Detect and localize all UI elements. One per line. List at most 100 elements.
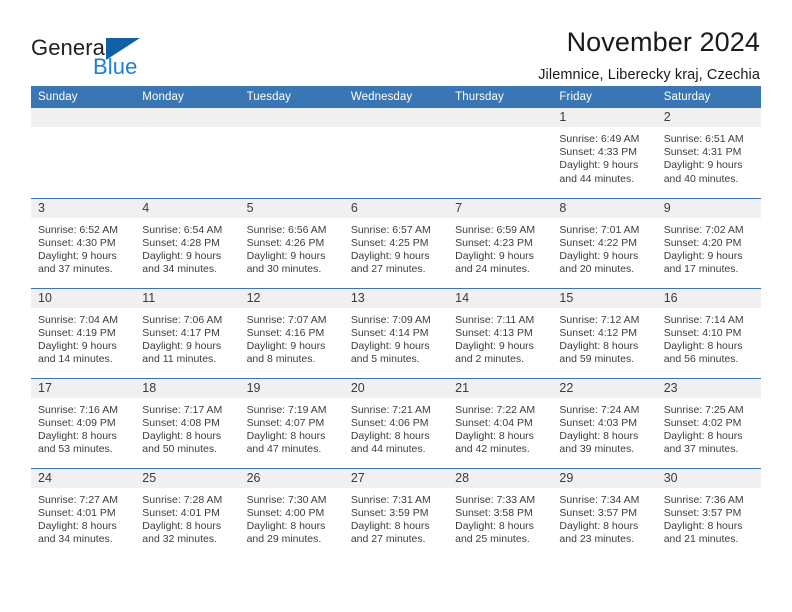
day-sun-details: Sunrise: 6:56 AM Sunset: 4:26 PM Dayligh… [246, 223, 327, 276]
day-number: 8 [552, 198, 657, 218]
calendar-week-row: 17 Sunrise: 7:16 AM Sunset: 4:09 PM Dayli… [31, 377, 761, 468]
calendar-day-cell[interactable]: 24 Sunrise: 7:27 AM Sunset: 4:01 PM Dayli… [31, 467, 136, 558]
day-sun-details: Sunrise: 7:27 AM Sunset: 4:01 PM Dayligh… [38, 493, 118, 546]
calendar-day-cell[interactable]: 9 Sunrise: 7:02 AM Sunset: 4:20 PM Daylig… [656, 197, 761, 288]
calendar-day-cell[interactable]: 3 Sunrise: 6:52 AM Sunset: 4:30 PM Daylig… [31, 197, 136, 288]
calendar-day-cell[interactable]: 11 Sunrise: 7:06 AM Sunset: 4:17 PM Dayli… [135, 287, 240, 378]
calendar-day-cell-empty [135, 108, 240, 198]
day-sun-details: Sunrise: 7:11 AM Sunset: 4:13 PM Dayligh… [455, 313, 535, 366]
day-sun-details: Sunrise: 7:14 AM Sunset: 4:10 PM Dayligh… [663, 313, 744, 366]
calendar-day-cell[interactable]: 5 Sunrise: 6:56 AM Sunset: 4:26 PM Daylig… [239, 197, 344, 288]
calendar-day-cell[interactable]: 20 Sunrise: 7:21 AM Sunset: 4:06 PM Dayli… [343, 377, 449, 468]
day-sun-details: Sunrise: 6:59 AM Sunset: 4:23 PM Dayligh… [455, 223, 536, 276]
day-sun-details: Sunrise: 7:24 AM Sunset: 4:03 PM Dayligh… [559, 403, 640, 456]
day-sun-details: Sunrise: 7:22 AM Sunset: 4:04 PM Dayligh… [455, 403, 536, 456]
weekday-header-monday: Monday [135, 86, 240, 108]
day-number: 14 [448, 288, 553, 308]
day-number: 9 [656, 198, 761, 218]
calendar-day-cell[interactable]: 19 Sunrise: 7:19 AM Sunset: 4:07 PM Dayli… [239, 377, 344, 468]
weekday-header-sunday: Sunday [31, 86, 136, 108]
calendar-day-cell[interactable]: 22 Sunrise: 7:24 AM Sunset: 4:03 PM Dayli… [552, 377, 657, 468]
calendar-day-cell[interactable]: 12 Sunrise: 7:07 AM Sunset: 4:16 PM Dayli… [239, 287, 344, 378]
day-sun-details: Sunrise: 7:06 AM Sunset: 4:17 PM Dayligh… [142, 313, 223, 366]
day-sun-details: Sunrise: 7:21 AM Sunset: 4:06 PM Dayligh… [350, 403, 431, 456]
calendar-day-cell[interactable]: 30 Sunrise: 7:36 AM Sunset: 3:57 PM Dayli… [656, 467, 761, 558]
day-number: 20 [343, 378, 449, 398]
calendar-week-row: 3 Sunrise: 6:52 AM Sunset: 4:30 PM Daylig… [31, 197, 761, 288]
day-number [239, 108, 344, 127]
calendar-day-cell[interactable]: 28 Sunrise: 7:33 AM Sunset: 3:58 PM Dayli… [448, 467, 553, 558]
day-sun-details: Sunrise: 6:52 AM Sunset: 4:30 PM Dayligh… [38, 223, 118, 276]
day-number: 22 [552, 378, 657, 398]
day-sun-details: Sunrise: 7:09 AM Sunset: 4:14 PM Dayligh… [350, 313, 431, 366]
day-number: 26 [239, 468, 344, 488]
day-number: 10 [31, 288, 136, 308]
day-sun-details: Sunrise: 7:25 AM Sunset: 4:02 PM Dayligh… [663, 403, 744, 456]
calendar-day-cell[interactable]: 10 Sunrise: 7:04 AM Sunset: 4:19 PM Dayli… [31, 287, 136, 378]
day-sun-details: Sunrise: 7:07 AM Sunset: 4:16 PM Dayligh… [246, 313, 327, 366]
day-sun-details: Sunrise: 7:31 AM Sunset: 3:59 PM Dayligh… [350, 493, 431, 546]
day-number: 30 [656, 468, 761, 488]
calendar-day-cell[interactable]: 6 Sunrise: 6:57 AM Sunset: 4:25 PM Daylig… [343, 197, 449, 288]
calendar-day-cell[interactable]: 2 Sunrise: 6:51 AM Sunset: 4:31 PM Daylig… [656, 108, 761, 198]
calendar-day-cell[interactable]: 1 Sunrise: 6:49 AM Sunset: 4:33 PM Daylig… [552, 108, 657, 198]
day-number [31, 108, 136, 127]
day-number: 19 [239, 378, 344, 398]
day-sun-details: Sunrise: 6:54 AM Sunset: 4:28 PM Dayligh… [142, 223, 223, 276]
calendar-day-cell[interactable]: 16 Sunrise: 7:14 AM Sunset: 4:10 PM Dayli… [656, 287, 761, 378]
calendar-day-cell[interactable]: 21 Sunrise: 7:22 AM Sunset: 4:04 PM Dayli… [448, 377, 553, 468]
weekday-header-wednesday: Wednesday [343, 86, 449, 108]
calendar-day-cell[interactable]: 27 Sunrise: 7:31 AM Sunset: 3:59 PM Dayli… [343, 467, 449, 558]
day-sun-details [31, 127, 135, 133]
page-title: November 2024 [566, 27, 760, 57]
day-number: 12 [239, 288, 344, 308]
calendar-day-cell[interactable]: 8 Sunrise: 7:01 AM Sunset: 4:22 PM Daylig… [552, 197, 657, 288]
calendar-day-cell[interactable]: 18 Sunrise: 7:17 AM Sunset: 4:08 PM Dayli… [135, 377, 240, 468]
day-number [448, 108, 553, 127]
calendar-page: General Blue November 2024 Jilemnice, Li… [0, 0, 792, 612]
day-sun-details: Sunrise: 7:34 AM Sunset: 3:57 PM Dayligh… [559, 493, 640, 546]
calendar-day-cell[interactable]: 25 Sunrise: 7:28 AM Sunset: 4:01 PM Dayli… [135, 467, 240, 558]
day-number: 21 [448, 378, 553, 398]
day-number: 28 [448, 468, 553, 488]
day-number: 16 [656, 288, 761, 308]
calendar-day-cell[interactable]: 4 Sunrise: 6:54 AM Sunset: 4:28 PM Daylig… [135, 197, 240, 288]
calendar-day-cell-empty [239, 108, 344, 198]
day-number: 27 [343, 468, 449, 488]
calendar-day-cell[interactable]: 14 Sunrise: 7:11 AM Sunset: 4:13 PM Dayli… [448, 287, 553, 378]
day-number [135, 108, 240, 127]
day-number: 3 [31, 198, 136, 218]
calendar-day-cell[interactable]: 17 Sunrise: 7:16 AM Sunset: 4:09 PM Dayli… [31, 377, 136, 468]
day-number: 17 [31, 378, 136, 398]
day-number: 11 [135, 288, 240, 308]
calendar-day-cell[interactable]: 23 Sunrise: 7:25 AM Sunset: 4:02 PM Dayli… [656, 377, 761, 468]
calendar-day-cell[interactable]: 7 Sunrise: 6:59 AM Sunset: 4:23 PM Daylig… [448, 197, 553, 288]
day-number: 13 [343, 288, 449, 308]
day-sun-details [135, 127, 239, 133]
calendar-day-cell-empty [448, 108, 553, 198]
weekday-header-friday: Friday [552, 86, 657, 108]
day-sun-details: Sunrise: 6:51 AM Sunset: 4:31 PM Dayligh… [663, 133, 744, 185]
calendar-header-row: Sunday Monday Tuesday Wednesday Thursday… [31, 86, 761, 108]
day-sun-details [448, 127, 552, 133]
day-sun-details: Sunrise: 6:49 AM Sunset: 4:33 PM Dayligh… [559, 133, 640, 185]
day-number: 18 [135, 378, 240, 398]
day-number: 4 [135, 198, 240, 218]
sunrise-sunset-calendar: Sunday Monday Tuesday Wednesday Thursday… [31, 86, 761, 558]
day-sun-details: Sunrise: 7:01 AM Sunset: 4:22 PM Dayligh… [559, 223, 640, 276]
day-sun-details: Sunrise: 7:17 AM Sunset: 4:08 PM Dayligh… [142, 403, 223, 456]
day-number: 15 [552, 288, 657, 308]
weekday-header-saturday: Saturday [656, 86, 761, 108]
calendar-day-cell-empty [343, 108, 449, 198]
day-number: 23 [656, 378, 761, 398]
calendar-day-cell[interactable]: 26 Sunrise: 7:30 AM Sunset: 4:00 PM Dayli… [239, 467, 344, 558]
brand-logo[interactable]: General Blue [31, 26, 231, 79]
day-sun-details: Sunrise: 7:30 AM Sunset: 4:00 PM Dayligh… [246, 493, 327, 546]
weekday-header-thursday: Thursday [448, 86, 553, 108]
calendar-day-cell[interactable]: 13 Sunrise: 7:09 AM Sunset: 4:14 PM Dayli… [343, 287, 449, 378]
day-sun-details: Sunrise: 7:33 AM Sunset: 3:58 PM Dayligh… [455, 493, 536, 546]
day-number: 29 [552, 468, 657, 488]
calendar-day-cell[interactable]: 29 Sunrise: 7:34 AM Sunset: 3:57 PM Dayli… [552, 467, 657, 558]
day-sun-details: Sunrise: 7:28 AM Sunset: 4:01 PM Dayligh… [142, 493, 223, 546]
calendar-day-cell[interactable]: 15 Sunrise: 7:12 AM Sunset: 4:12 PM Dayli… [552, 287, 657, 378]
